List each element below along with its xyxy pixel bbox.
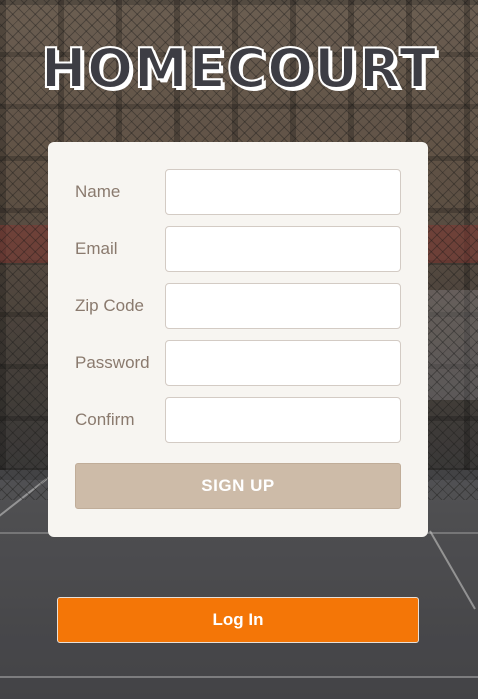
form-row-name: Name [48,169,428,215]
confirm-password-field[interactable] [165,397,401,443]
signup-screen: HOMECOURT Name Email Zip Code Password C… [0,0,478,699]
signup-form-card: Name Email Zip Code Password Confirm SIG… [48,142,428,537]
email-label: Email [75,239,118,258]
sign-up-button[interactable]: SIGN UP [75,463,401,509]
name-field[interactable] [165,169,401,215]
log-in-button[interactable]: Log In [57,597,419,643]
password-label: Password [75,353,150,372]
confirm-label: Confirm [75,410,135,429]
zip-code-label: Zip Code [75,296,144,315]
zip-code-field[interactable] [165,283,401,329]
name-label: Name [75,182,121,201]
app-logo: HOMECOURT [40,37,438,101]
password-field[interactable] [165,340,401,386]
form-row-password: Password [48,340,428,386]
form-row-email: Email [48,226,428,272]
form-row-zip: Zip Code [48,283,428,329]
form-row-confirm: Confirm [48,397,428,443]
email-field[interactable] [165,226,401,272]
